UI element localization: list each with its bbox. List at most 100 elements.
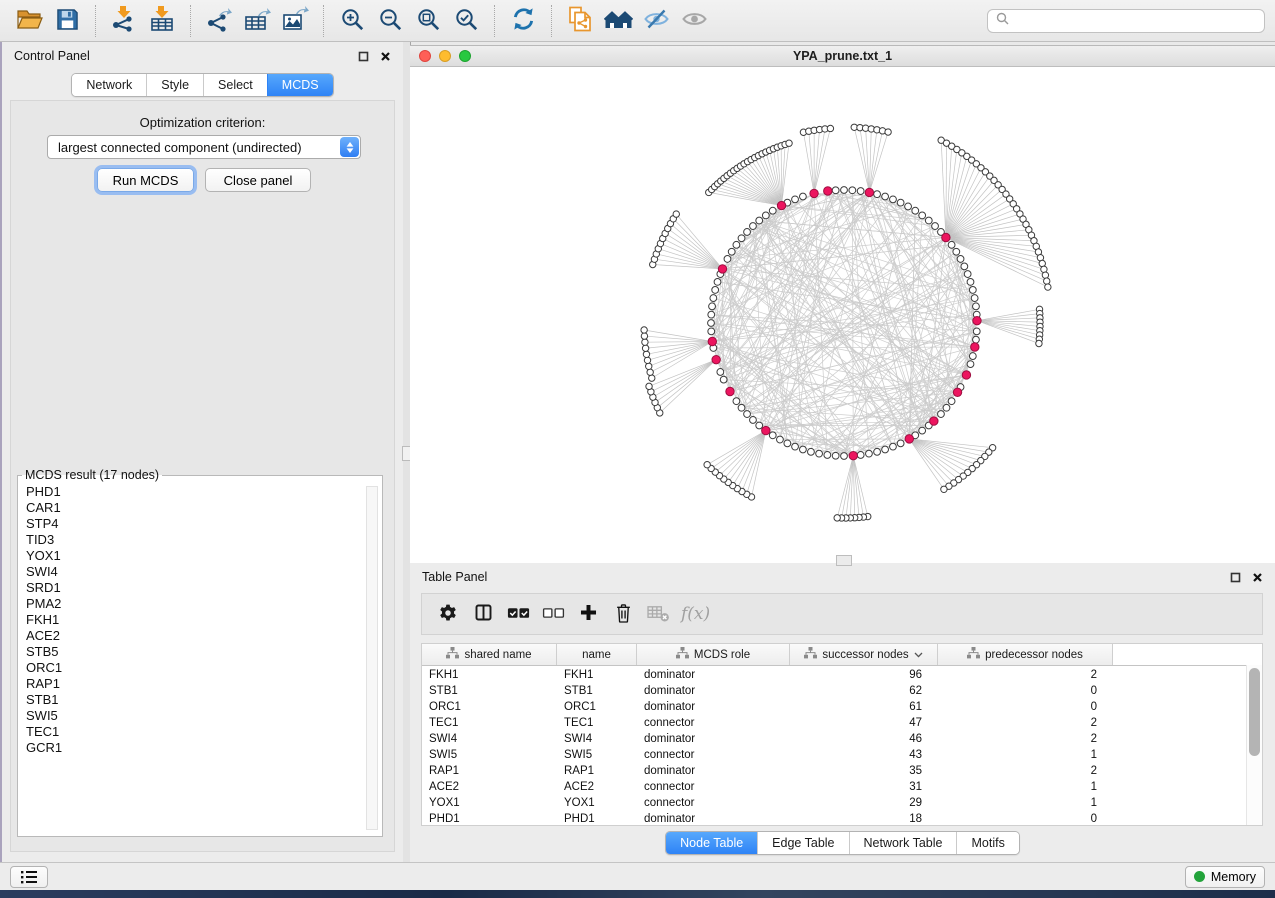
zoom-selected-button[interactable] [448, 3, 484, 39]
tab-mcds[interactable]: MCDS [267, 74, 333, 96]
deselect-all-button[interactable] [537, 598, 569, 630]
close-table-panel-button[interactable] [1252, 572, 1263, 583]
column-header-successor-nodes[interactable]: successor nodes [790, 644, 938, 665]
export-network-button[interactable] [201, 3, 237, 39]
minimize-window-icon[interactable] [439, 50, 451, 62]
table-row[interactable]: SWI4SWI4dominator462 [422, 731, 1262, 747]
table-cell: YOX1 [422, 797, 557, 809]
open-button[interactable] [11, 3, 47, 39]
zoom-fit-button[interactable] [410, 3, 446, 39]
result-node-item[interactable]: TEC1 [26, 724, 366, 740]
criterion-dropdown[interactable]: largest connected component (undirected) [47, 135, 361, 159]
tab-style[interactable]: Style [146, 74, 203, 96]
tab-edge-table[interactable]: Edge Table [757, 832, 848, 854]
column-header-label: shared name [464, 649, 531, 661]
column-layout-button[interactable] [467, 598, 499, 630]
result-node-item[interactable]: SRD1 [26, 580, 366, 596]
export-image-button[interactable] [277, 3, 313, 39]
zoom-in-button[interactable] [334, 3, 370, 39]
table-row[interactable]: STB1STB1dominator620 [422, 683, 1262, 699]
table-cell: 2 [938, 717, 1113, 729]
tab-network-table[interactable]: Network Table [849, 832, 957, 854]
first-neighbors-button[interactable] [600, 3, 636, 39]
import-table-button[interactable] [144, 3, 180, 39]
delete-button[interactable] [607, 598, 639, 630]
save-button[interactable] [49, 3, 85, 39]
table-row[interactable]: ORC1ORC1dominator610 [422, 699, 1262, 715]
column-header-label: MCDS role [694, 649, 750, 661]
task-history-button[interactable] [10, 866, 48, 888]
save-icon [56, 8, 79, 34]
table-row[interactable]: SWI5SWI5connector431 [422, 747, 1262, 763]
search-input[interactable] [1015, 13, 1256, 29]
toolbar-separator [190, 5, 191, 37]
table-cell: connector [637, 717, 790, 729]
table-row[interactable]: RAP1RAP1dominator352 [422, 763, 1262, 779]
import-network-button[interactable] [106, 3, 142, 39]
close-panel-action-button[interactable]: Close panel [205, 168, 311, 192]
import-table-icon [149, 6, 175, 35]
scrollbar-thumb[interactable] [1249, 668, 1260, 756]
add-button[interactable] [572, 598, 604, 630]
table-scrollbar[interactable] [1246, 665, 1262, 825]
select-all-button[interactable] [502, 598, 534, 630]
table-panel-header: Table Panel [410, 563, 1275, 591]
result-node-item[interactable]: ORC1 [26, 660, 366, 676]
result-node-item[interactable]: SWI5 [26, 708, 366, 724]
column-header-MCDS-role[interactable]: MCDS role [637, 644, 790, 665]
tab-select[interactable]: Select [203, 74, 267, 96]
float-panel-button[interactable] [358, 51, 369, 62]
memory-button[interactable]: Memory [1185, 866, 1265, 888]
zoom-out-button[interactable] [372, 3, 408, 39]
column-header-name[interactable]: name [557, 644, 637, 665]
result-node-item[interactable]: FKH1 [26, 612, 366, 628]
table-cell: RAP1 [422, 765, 557, 777]
result-node-item[interactable]: PHD1 [26, 484, 366, 500]
search-box[interactable] [987, 9, 1265, 33]
control-panel-header: Control Panel [2, 42, 403, 70]
table-row[interactable]: PHD1PHD1dominator180 [422, 811, 1262, 826]
tab-node-table[interactable]: Node Table [666, 832, 757, 854]
result-node-item[interactable]: SWI4 [26, 564, 366, 580]
tab-network[interactable]: Network [72, 74, 146, 96]
run-mcds-button[interactable]: Run MCDS [97, 168, 194, 192]
deselect-all-icon [541, 605, 566, 624]
settings-button[interactable] [432, 598, 464, 630]
network-canvas[interactable] [410, 67, 1275, 564]
result-node-item[interactable]: TID3 [26, 532, 366, 548]
result-node-item[interactable]: STP4 [26, 516, 366, 532]
control-panel-title: Control Panel [14, 49, 90, 63]
horizontal-splitter-handle[interactable] [836, 555, 852, 566]
result-node-item[interactable]: CAR1 [26, 500, 366, 516]
refresh-button[interactable] [505, 3, 541, 39]
column-header-shared-name[interactable]: shared name [422, 644, 557, 665]
result-node-item[interactable]: PMA2 [26, 596, 366, 612]
maximize-window-icon[interactable] [459, 50, 471, 62]
table-row[interactable]: YOX1YOX1connector291 [422, 795, 1262, 811]
open-icon [16, 7, 43, 34]
duplicate-network-button[interactable] [562, 3, 598, 39]
column-header-predecessor-nodes[interactable]: predecessor nodes [938, 644, 1113, 665]
result-list-scrollbar[interactable] [366, 486, 378, 830]
memory-label: Memory [1211, 870, 1256, 884]
close-panel-button[interactable] [380, 51, 391, 62]
result-node-item[interactable]: STB1 [26, 692, 366, 708]
export-table-button[interactable] [239, 3, 275, 39]
table-cell: 47 [790, 717, 938, 729]
close-window-icon[interactable] [419, 50, 431, 62]
table-cell: STB1 [422, 685, 557, 697]
table-cell: connector [637, 749, 790, 761]
result-node-item[interactable]: RAP1 [26, 676, 366, 692]
result-node-item[interactable]: GCR1 [26, 740, 366, 756]
float-table-panel-button[interactable] [1230, 572, 1241, 583]
hide-selected-button[interactable] [638, 3, 674, 39]
tab-motifs[interactable]: Motifs [956, 832, 1018, 854]
result-node-item[interactable]: STB5 [26, 644, 366, 660]
delete-table-button [642, 598, 674, 630]
table-cell: ORC1 [422, 701, 557, 713]
table-row[interactable]: FKH1FKH1dominator962 [422, 667, 1262, 683]
table-row[interactable]: ACE2ACE2connector311 [422, 779, 1262, 795]
table-row[interactable]: TEC1TEC1connector472 [422, 715, 1262, 731]
result-node-item[interactable]: YOX1 [26, 548, 366, 564]
result-node-item[interactable]: ACE2 [26, 628, 366, 644]
